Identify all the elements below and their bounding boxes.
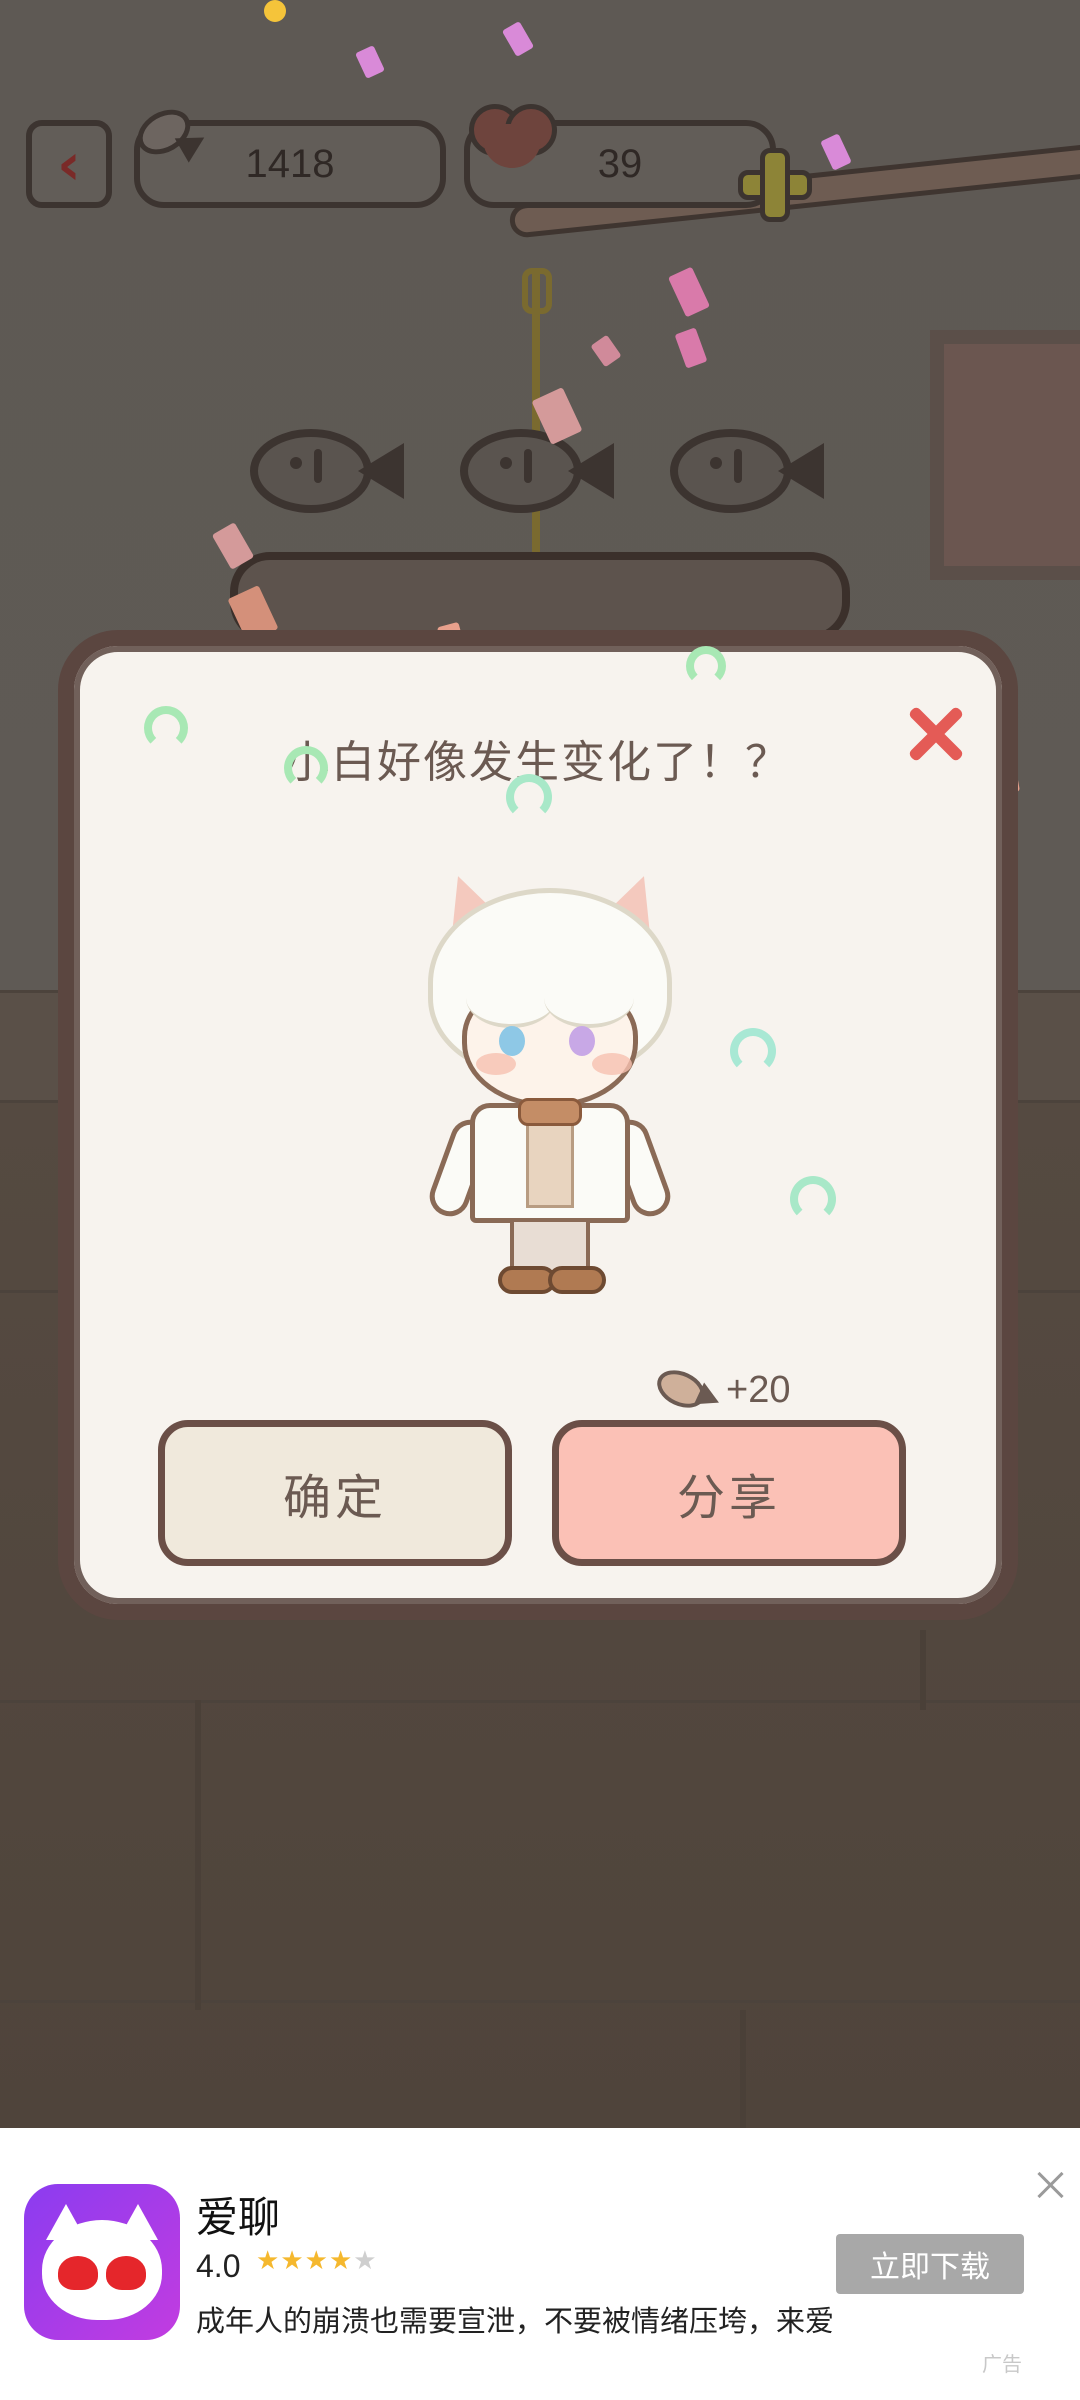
rating-stars: ★★★★★ [256, 2246, 378, 2276]
share-button[interactable]: 分享 [552, 1420, 906, 1566]
wall-picture [930, 330, 1080, 580]
back-button[interactable]: ‹ [26, 120, 112, 208]
ad-rating: 4.0 [196, 2248, 241, 2284]
fish-count: 1418 [245, 141, 335, 186]
add-hearts-button[interactable] [738, 148, 812, 222]
fish-slot-icon [460, 425, 620, 517]
ad-label: 广告 [982, 2352, 1022, 2376]
confetti-piece [264, 0, 286, 22]
fish-currency-icon [128, 100, 212, 170]
shelf [230, 552, 850, 642]
ad-app-name: 爱聊 [196, 2193, 281, 2242]
floor-board [195, 1700, 201, 2010]
confetti-swirl [506, 774, 552, 820]
floor-board [740, 2010, 746, 2128]
close-button[interactable] [906, 704, 966, 764]
reward-amount: +20 [726, 1368, 791, 1411]
heart-currency-icon [465, 98, 561, 172]
confirm-button[interactable]: 确定 [158, 1420, 512, 1566]
floor-board [920, 1630, 926, 1710]
share-button-label: 分享 [676, 1470, 781, 1526]
download-button[interactable]: 立即下载 [836, 2234, 1024, 2294]
confetti-swirl [730, 1028, 776, 1074]
chevron-left-icon: ‹ [57, 130, 81, 198]
ad-close-button[interactable] [1036, 2170, 1066, 2200]
fish-reward-icon [651, 1363, 725, 1416]
floor-line [0, 2000, 1080, 2003]
ad-banner[interactable]: 爱聊 4.0 ★★★★★ 成年人的崩溃也需要宣泄，不要被情绪压垮，来爱... 立… [0, 2128, 1080, 2400]
fish-slot-icon [250, 425, 410, 517]
confetti-swirl [144, 706, 188, 750]
reward-indicator: +20 [651, 1360, 814, 1420]
confirm-button-label: 确定 [282, 1470, 387, 1526]
star-icon: ★ [304, 2246, 329, 2276]
download-button-label: 立即下载 [870, 2250, 990, 2285]
star-icon: ★ [328, 2246, 354, 2276]
confetti-swirl [686, 646, 726, 686]
star-icon: ★ [256, 2246, 281, 2276]
app-icon[interactable] [24, 2184, 180, 2340]
star-icon: ★ [280, 2246, 305, 2276]
confetti-swirl [790, 1176, 836, 1222]
star-icon: ★ [353, 2246, 378, 2276]
heart-count: 39 [597, 141, 643, 186]
floor-line [0, 1700, 1080, 1703]
character-illustration [414, 858, 684, 1298]
rope [532, 270, 540, 570]
fish-slot-icon [670, 425, 830, 517]
ad-description: 成年人的崩溃也需要宣泄，不要被情绪压垮，来爱... [196, 2304, 836, 2338]
transformation-dialog: 小白好像发生变化了！？ +20 确定 分享 [58, 630, 1018, 1620]
confetti-swirl [284, 746, 328, 790]
